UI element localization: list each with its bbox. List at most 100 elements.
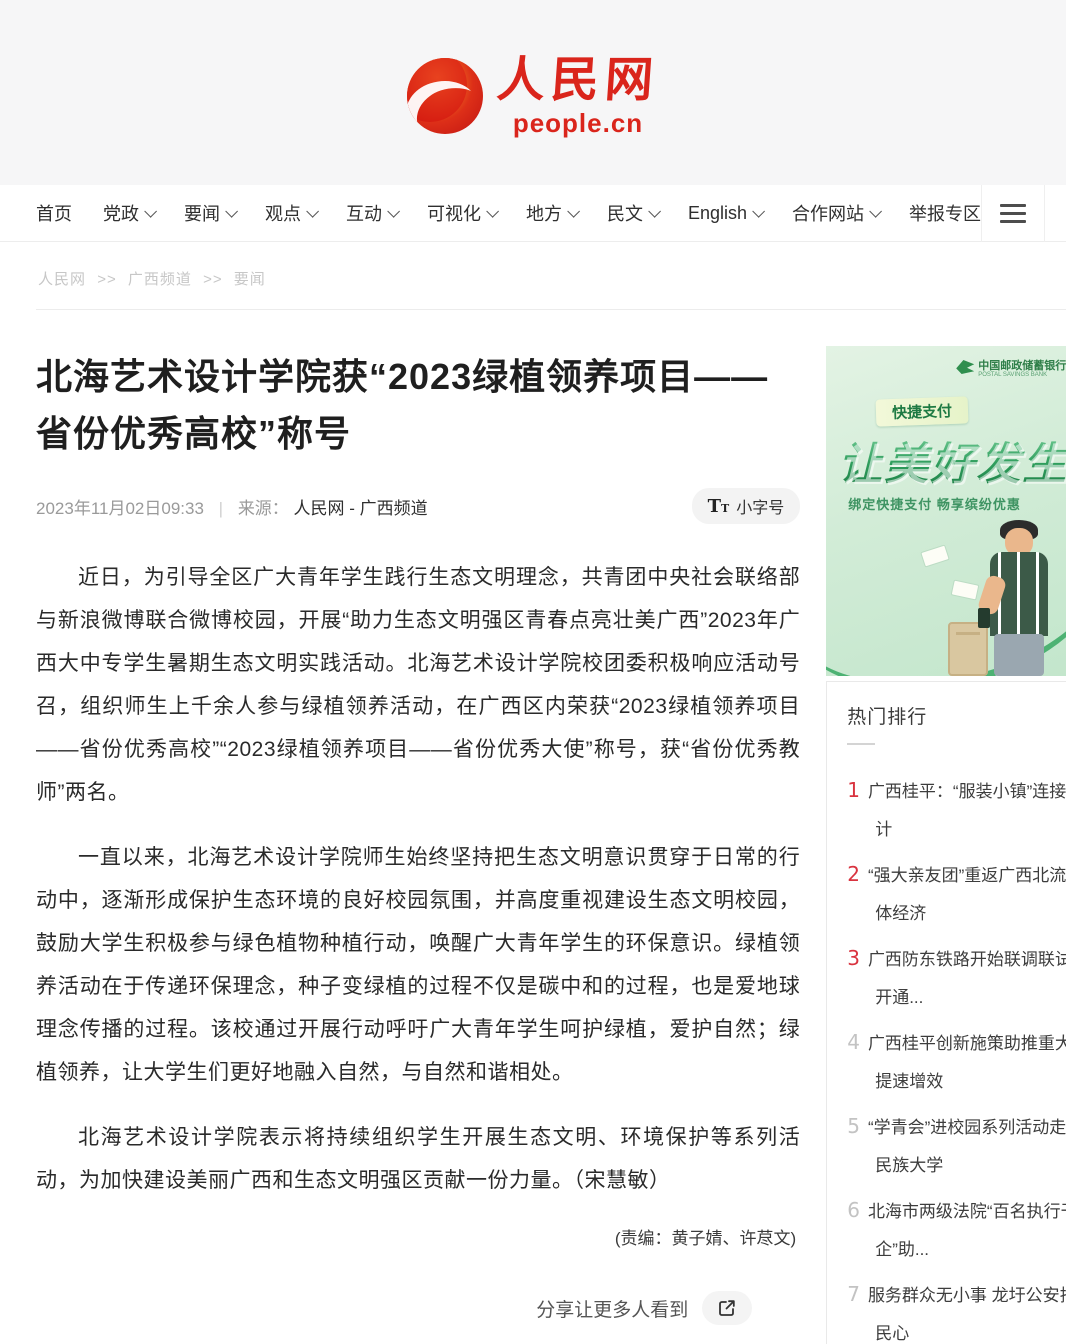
list-item[interactable]: 5“学青会”进校园系列活动走 民族大学 — [847, 1107, 1066, 1185]
nav-label: English — [688, 203, 747, 224]
item-text: 服务群众无小事 龙圩公安排忧 — [868, 1277, 1066, 1315]
rank-number: 6 — [847, 1191, 860, 1229]
share-label: 分享让更多人看到 — [536, 1295, 688, 1322]
globe-logo-icon — [407, 58, 483, 134]
article-meta: 2023年11月02日09:33 | 来源： 人民网 - 广西频道 TT 小字号 — [36, 488, 800, 524]
list-item[interactable]: 6北海市两级法院“百名执行干 企”助... — [847, 1191, 1066, 1269]
logo-text: 人民网 people.cn — [497, 56, 659, 136]
chevron-down-icon — [567, 205, 580, 218]
hot-ranking-title: 热门排行 — [847, 702, 1066, 729]
chevron-down-icon — [306, 205, 319, 218]
bank-logo: 中国邮政储蓄银行 POSTAL SAVINGS BANK — [956, 360, 1066, 378]
bank-bird-icon — [956, 360, 974, 374]
item-text-cont: 体经济 — [847, 895, 1066, 933]
pipe-separator: | — [219, 499, 223, 518]
nav-item-english[interactable]: English — [688, 203, 761, 224]
breadcrumb-section[interactable]: 要闻 — [234, 271, 266, 288]
list-item[interactable]: 1广西桂平：“服装小镇”连接 计 — [847, 771, 1066, 849]
nav-items: 首页 党政 要闻 观点 互动 可视化 地方 民文 English 合作网站 举报… — [36, 200, 981, 226]
breadcrumb-separator: >> — [97, 271, 117, 288]
breadcrumb: 人民网 >> 广西频道 >> 要闻 — [0, 242, 1066, 309]
font-size-label: 小字号 — [736, 494, 784, 518]
meta-left: 2023年11月02日09:33 | 来源： 人民网 - 广西频道 — [36, 494, 428, 519]
nav-label: 观点 — [265, 200, 301, 226]
bank-subtitle: POSTAL SAVINGS BANK — [978, 372, 1066, 378]
nav-item-difang[interactable]: 地方 — [526, 200, 576, 226]
nav-item-guandian[interactable]: 观点 — [265, 200, 315, 226]
article: 北海艺术设计学院获“2023绿植领养项目——省份优秀高校”称号 2023年11月… — [36, 310, 800, 1344]
list-item[interactable]: 4广西桂平创新施策助推重大项 提速增效 — [847, 1023, 1066, 1101]
font-size-icon: TT — [708, 496, 730, 517]
item-text: 广西防东铁路开始联调联试 预 — [868, 941, 1066, 979]
page: 人民网 people.cn 首页 党政 要闻 观点 互动 可视化 地方 民文 E… — [0, 0, 1066, 1344]
chevron-down-icon — [225, 205, 238, 218]
ad-banner[interactable]: 中国邮政储蓄银行 POSTAL SAVINGS BANK 快捷支付 让美好发生 … — [826, 346, 1066, 676]
hot-ranking-list: 1广西桂平：“服装小镇”连接 计 2“强大亲友团”重返广西北流 体经济 3广西防… — [847, 771, 1066, 1344]
item-text: “学青会”进校园系列活动走 — [868, 1109, 1066, 1147]
hot-ranking-card: 热门排行 1广西桂平：“服装小镇”连接 计 2“强大亲友团”重返广西北流 体经济… — [826, 681, 1066, 1344]
source-link[interactable]: 人民网 - 广西频道 — [294, 499, 428, 518]
nav-label: 举报专区 — [909, 200, 981, 226]
source-label: 来源： — [238, 499, 289, 518]
breadcrumb-home[interactable]: 人民网 — [38, 271, 86, 288]
item-text-cont: 企”助... — [847, 1231, 1066, 1269]
item-text: 广西桂平：“服装小镇”连接 — [868, 773, 1066, 811]
content: 北海艺术设计学院获“2023绿植领养项目——省份优秀高校”称号 2023年11月… — [0, 310, 1066, 1344]
nav-item-jubao[interactable]: 举报专区 — [909, 200, 981, 226]
nav-item-minwen[interactable]: 民文 — [607, 200, 657, 226]
ad-title: 让美好发生 — [838, 428, 1066, 492]
breadcrumb-channel[interactable]: 广西频道 — [128, 271, 192, 288]
page-title: 北海艺术设计学院获“2023绿植领养项目——省份优秀高校”称号 — [36, 348, 800, 462]
chevron-down-icon — [648, 205, 661, 218]
nav-item-hudong[interactable]: 互动 — [346, 200, 396, 226]
nav-item-hezuo[interactable]: 合作网站 — [792, 200, 878, 226]
share-row: 分享让更多人看到 — [36, 1291, 800, 1325]
paragraph: 一直以来，北海艺术设计学院师生始终坚持把生态文明意识贯穿于日常的行动中，逐渐形成… — [36, 836, 800, 1094]
ad-person-illustration — [976, 524, 1066, 676]
hamburger-icon — [1000, 204, 1026, 223]
nav-label: 互动 — [346, 200, 382, 226]
bank-name: 中国邮政储蓄银行 — [978, 360, 1066, 372]
list-item[interactable]: 3广西防东铁路开始联调联试 预 开通... — [847, 939, 1066, 1017]
divider — [847, 743, 875, 745]
breadcrumb-separator: >> — [203, 271, 223, 288]
list-item[interactable]: 7服务群众无小事 龙圩公安排忧 民心 — [847, 1275, 1066, 1344]
search-button[interactable] — [1045, 185, 1066, 241]
site-logo[interactable]: 人民网 people.cn — [407, 56, 659, 136]
share-button[interactable] — [702, 1291, 752, 1325]
item-text: 广西桂平创新施策助推重大项 — [868, 1025, 1066, 1063]
nav-label: 党政 — [103, 200, 139, 226]
header: 人民网 people.cn — [0, 0, 1066, 185]
item-text-cont: 提速增效 — [847, 1063, 1066, 1101]
rank-number: 7 — [847, 1275, 860, 1313]
item-text-cont: 计 — [847, 811, 1066, 849]
nav-label: 合作网站 — [792, 200, 864, 226]
site-name: 人民网 — [495, 56, 660, 104]
menu-button[interactable] — [982, 185, 1044, 241]
nav-label: 民文 — [607, 200, 643, 226]
site-domain: people.cn — [497, 110, 659, 136]
nav-item-keshihua[interactable]: 可视化 — [427, 200, 495, 226]
item-text-cont: 开通... — [847, 979, 1066, 1017]
list-item[interactable]: 2“强大亲友团”重返广西北流 体经济 — [847, 855, 1066, 933]
chevron-down-icon — [387, 205, 400, 218]
chevron-down-icon — [752, 205, 765, 218]
rank-number: 2 — [847, 855, 860, 893]
chevron-down-icon — [869, 205, 882, 218]
sidebar: 中国邮政储蓄银行 POSTAL SAVINGS BANK 快捷支付 让美好发生 … — [826, 310, 1066, 1344]
article-body: 近日，为引导全区广大青年学生践行生态文明理念，共青团中央社会联络部与新浪微博联合… — [36, 556, 800, 1202]
nav-item-yaowen[interactable]: 要闻 — [184, 200, 234, 226]
paragraph: 近日，为引导全区广大青年学生践行生态文明理念，共青团中央社会联络部与新浪微博联合… — [36, 556, 800, 814]
main-nav: 首页 党政 要闻 观点 互动 可视化 地方 民文 English 合作网站 举报… — [0, 185, 1066, 242]
rank-number: 5 — [847, 1107, 860, 1145]
share-icon — [717, 1298, 737, 1318]
nav-item-home[interactable]: 首页 — [36, 200, 72, 226]
nav-label: 地方 — [526, 200, 562, 226]
font-size-button[interactable]: TT 小字号 — [692, 488, 801, 524]
chevron-down-icon — [144, 205, 157, 218]
item-text-cont: 民心 — [847, 1315, 1066, 1344]
nav-item-dangzheng[interactable]: 党政 — [103, 200, 153, 226]
nav-label: 要闻 — [184, 200, 220, 226]
nav-label: 可视化 — [427, 200, 481, 226]
rank-number: 3 — [847, 939, 860, 977]
